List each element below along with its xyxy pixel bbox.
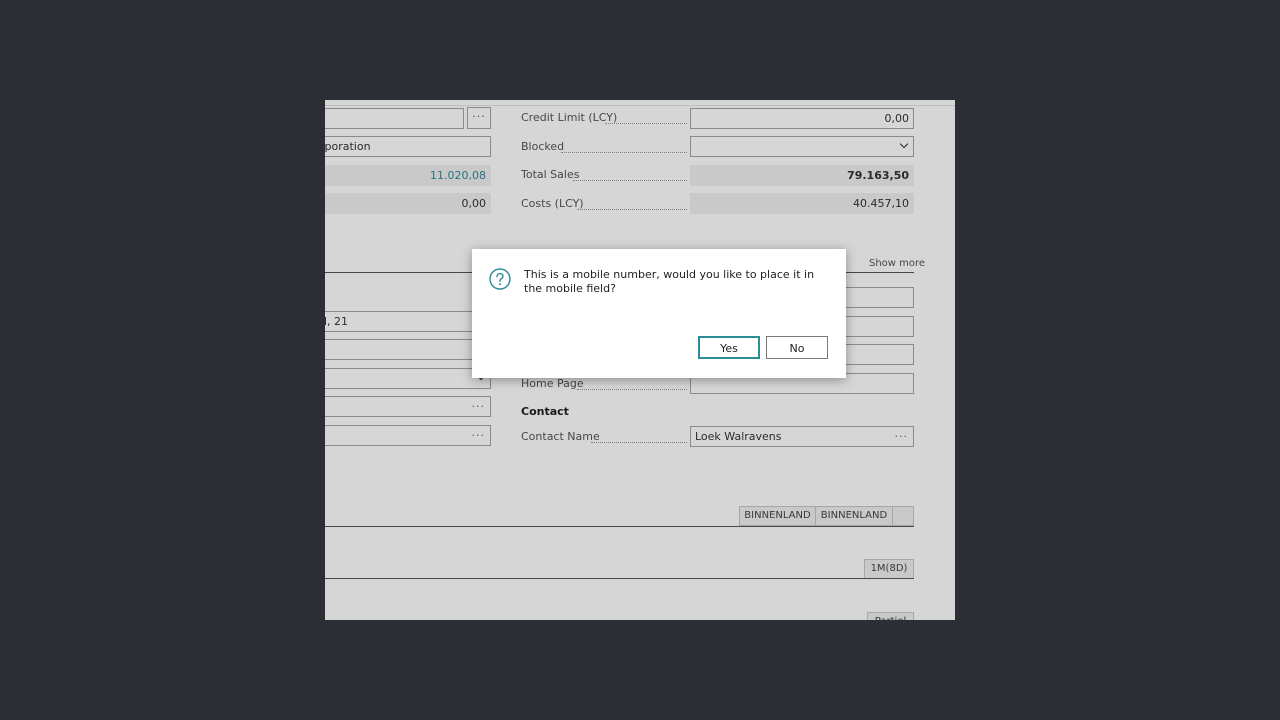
dialog-message: This is a mobile number, would you like … <box>524 268 815 295</box>
yes-button[interactable]: Yes <box>698 336 760 359</box>
question-circle-icon <box>489 268 511 290</box>
no-button[interactable]: No <box>766 336 828 359</box>
confirm-dialog: This is a mobile number, would you like … <box>472 249 846 378</box>
